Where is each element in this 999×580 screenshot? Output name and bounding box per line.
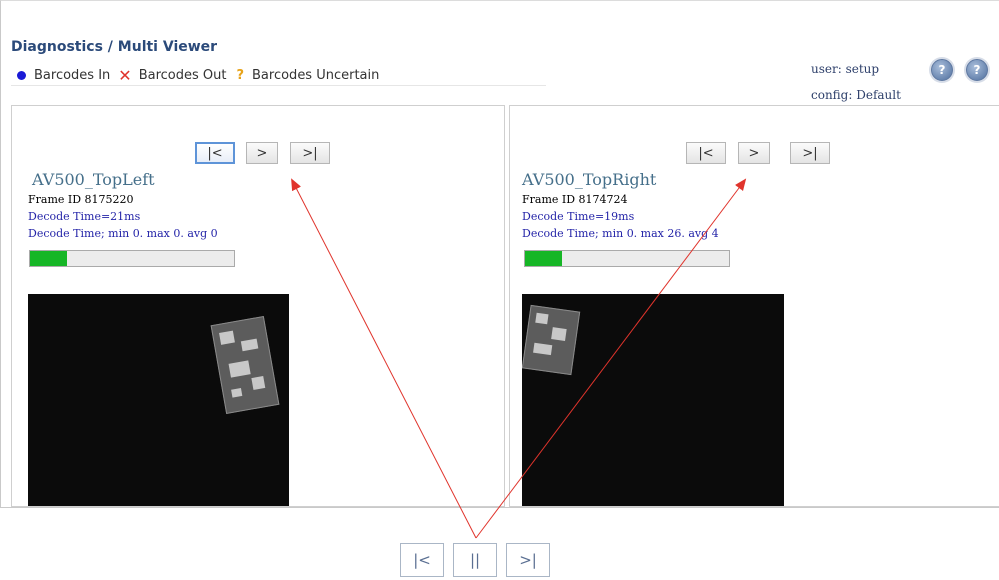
first-frame-button[interactable]: |< [195,142,235,164]
legend-uncertain-label: Barcodes Uncertain [252,67,380,83]
barcodes-out-icon: ✕ [118,65,132,85]
decode-time: Decode Time=21ms [28,210,141,223]
barcode-label-patch [522,304,581,376]
multi-viewer-screen: Diagnostics / Multi Viewer Barcodes In ✕… [0,0,999,508]
page-title: Diagnostics / Multi Viewer [11,39,218,55]
decode-info: Frame ID 8174724 Decode Time=19ms Decode… [522,191,719,242]
decode-progress-fill [30,251,67,266]
player-first-button[interactable]: |< [400,543,444,577]
legend-in-label: Barcodes In [34,67,111,83]
next-frame-button[interactable]: > [246,142,278,164]
decode-stats: Decode Time; min 0. max 26. avg 4 [522,227,719,240]
player-pause-button[interactable]: || [453,543,497,577]
decode-progress-bar [524,250,730,267]
camera-image [522,294,784,506]
last-frame-button[interactable]: >| [290,142,330,164]
barcode-label-patch [210,315,280,415]
next-frame-button[interactable]: > [738,142,770,164]
viewer-panel-top-right: |< > >| AV500_TopRight Frame ID 8174724 … [509,105,999,507]
info-icon[interactable]: ? [966,59,988,81]
user-info: user: setup config: Default [811,56,901,108]
help-icon[interactable]: ? [931,59,953,81]
decode-stats: Decode Time; min 0. max 0. avg 0 [28,227,218,240]
camera-name: AV500_TopRight [522,170,657,189]
frame-id: Frame ID 8175220 [28,193,134,206]
frame-id: Frame ID 8174724 [522,193,628,206]
barcodes-uncertain-icon: ? [236,67,245,83]
barcode-legend: Barcodes In ✕ Barcodes Out ? Barcodes Un… [11,65,546,86]
barcodes-in-icon [17,70,26,80]
last-frame-button[interactable]: >| [790,142,830,164]
viewer-panel-top-left: |< > >| AV500_TopLeft Frame ID 8175220 D… [11,105,505,507]
user-label: user: setup [811,62,880,76]
first-frame-button[interactable]: |< [686,142,726,164]
decode-time: Decode Time=19ms [522,210,635,223]
decode-info: Frame ID 8175220 Decode Time=21ms Decode… [28,191,218,242]
legend-out-label: Barcodes Out [138,67,227,83]
player-last-button[interactable]: >| [506,543,550,577]
decode-progress-bar [29,250,235,267]
decode-progress-fill [525,251,562,266]
camera-name: AV500_TopLeft [32,170,155,189]
camera-image [28,294,289,506]
